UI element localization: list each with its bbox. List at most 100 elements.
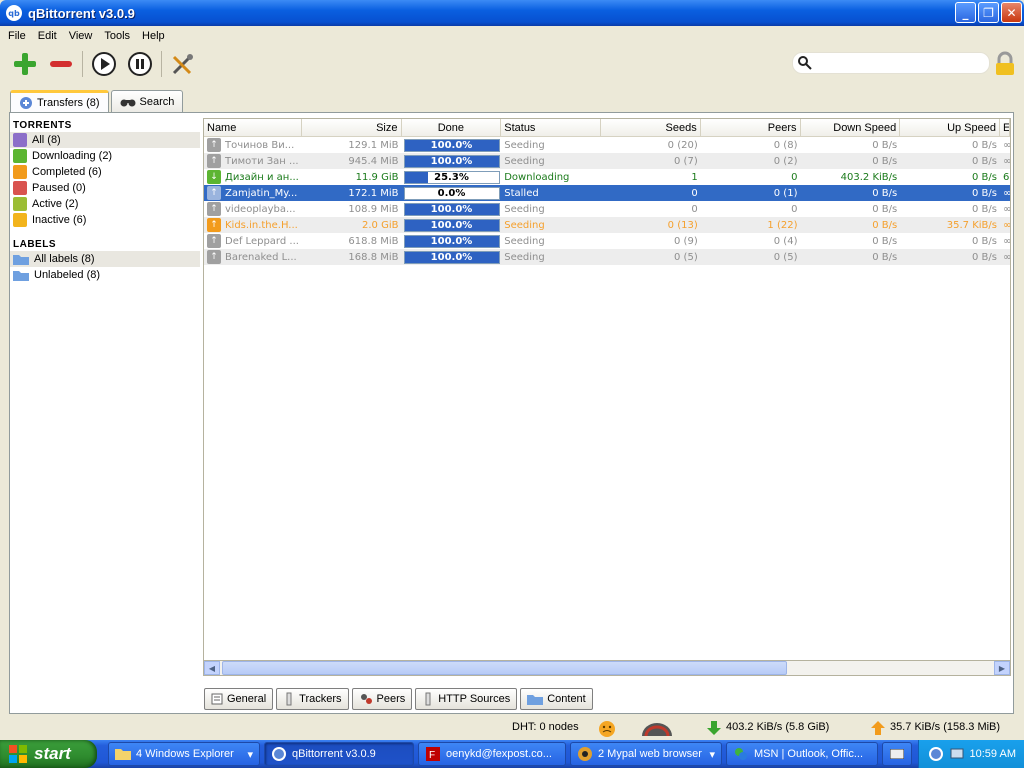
scrollbar-thumb[interactable] bbox=[222, 661, 787, 675]
table-row[interactable]: ↑ Kids.in.the.H... 2.0 GiB 100.0% Seeding 0 (… bbox=[204, 217, 1010, 233]
speed-limit-icon[interactable] bbox=[640, 720, 674, 738]
torrent-peers: 0 bbox=[791, 203, 798, 215]
tab-trackers[interactable]: Trackers bbox=[276, 688, 349, 710]
column-done[interactable]: Done bbox=[402, 119, 502, 136]
torrent-eta: ∞ bbox=[1000, 252, 1010, 263]
filter-all[interactable]: All (8) bbox=[10, 132, 200, 148]
seeding-icon: ↑ bbox=[207, 138, 221, 152]
filter-paused[interactable]: Paused (0) bbox=[10, 180, 200, 196]
tab-label: Trackers bbox=[299, 693, 342, 705]
column-down-speed[interactable]: Down Speed bbox=[801, 119, 901, 136]
label-all[interactable]: All labels (8) bbox=[10, 251, 200, 267]
filter-active[interactable]: Active (2) bbox=[10, 196, 200, 212]
progress-text: 100.0% bbox=[430, 251, 473, 263]
torrent-up-speed: 0 B/s bbox=[972, 139, 997, 151]
tab-http-sources[interactable]: HTTP Sources bbox=[415, 688, 518, 710]
seeding-icon: ↑ bbox=[207, 154, 221, 168]
taskbar-qbittorrent[interactable]: qBittorrent v3.0.9 bbox=[264, 742, 414, 766]
torrent-up-speed: 0 B/s bbox=[972, 235, 997, 247]
filter-completed[interactable]: Completed (6) bbox=[10, 164, 200, 180]
torrent-up-speed: 35.7 KiB/s bbox=[946, 219, 997, 231]
torrent-eta: ∞ bbox=[1000, 188, 1010, 199]
qbittorrent-tray-icon[interactable] bbox=[928, 746, 944, 762]
menu-edit[interactable]: Edit bbox=[32, 28, 63, 44]
network-icon[interactable] bbox=[950, 747, 964, 761]
tab-search[interactable]: Search bbox=[110, 90, 184, 112]
column-up-speed[interactable]: Up Speed bbox=[900, 119, 1000, 136]
taskbar-keyboard[interactable] bbox=[882, 742, 912, 766]
table-row[interactable]: ↑ Zamjatin_My... 172.1 MiB 0.0% Stalled 0 0 (1… bbox=[204, 185, 1010, 201]
seeding-icon: ↑ bbox=[207, 202, 221, 216]
add-torrent-button[interactable] bbox=[10, 49, 40, 79]
table-row[interactable]: ↓ Дизайн и ан... 11.9 GiB 25.3% Downloading 1… bbox=[204, 169, 1010, 185]
column-status[interactable]: Status bbox=[501, 119, 601, 136]
filter-label: Active (2) bbox=[32, 198, 79, 210]
torrent-name-cell: ↑ Kids.in.the.H... bbox=[204, 218, 302, 232]
tab-general[interactable]: General bbox=[204, 688, 274, 710]
torrent-seeds: 0 (5) bbox=[674, 251, 698, 263]
remove-torrent-button[interactable] bbox=[46, 49, 76, 79]
resume-button[interactable] bbox=[89, 49, 119, 79]
torrent-name-cell: ↑ Def Leppard ... bbox=[204, 234, 302, 248]
menu-view[interactable]: View bbox=[63, 28, 99, 44]
horizontal-scrollbar[interactable]: ◀ ▶ bbox=[203, 660, 1011, 676]
filter-downloading[interactable]: Downloading (2) bbox=[10, 148, 200, 164]
table-row[interactable]: ↑ videoplayba... 108.9 MiB 100.0% Seeding 0 0 0… bbox=[204, 201, 1010, 217]
torrent-peers: 0 (8) bbox=[773, 139, 798, 151]
taskbar-filezilla[interactable]: F oenykd@fexpost.co... bbox=[418, 742, 566, 766]
torrent-name-cell: ↑ Точинов Ви... bbox=[204, 138, 302, 152]
clock[interactable]: 10:59 AM bbox=[970, 748, 1016, 760]
options-button[interactable] bbox=[168, 49, 198, 79]
torrent-name-cell: ↑ Zamjatin_My... bbox=[204, 186, 302, 200]
completed-icon bbox=[13, 165, 27, 179]
column-size[interactable]: Size bbox=[302, 119, 402, 136]
filter-label: All (8) bbox=[32, 134, 61, 146]
taskbar-mypal[interactable]: 2 Mypal web browser ▾ bbox=[570, 742, 722, 766]
start-button[interactable]: start bbox=[0, 740, 97, 768]
connection-status-icon[interactable] bbox=[598, 720, 616, 738]
column-eta[interactable]: E bbox=[1000, 119, 1010, 136]
close-button[interactable]: ✕ bbox=[1001, 2, 1022, 23]
torrent-seeds: 0 (7) bbox=[674, 155, 698, 167]
column-name[interactable]: Name bbox=[204, 119, 302, 136]
scroll-left-icon[interactable]: ◀ bbox=[204, 661, 220, 675]
menu-help[interactable]: Help bbox=[136, 28, 171, 44]
menu-tools[interactable]: Tools bbox=[98, 28, 136, 44]
pause-button[interactable] bbox=[125, 49, 155, 79]
label-unlabeled[interactable]: Unlabeled (8) bbox=[10, 267, 200, 283]
torrent-progress: 100.0% bbox=[402, 138, 502, 152]
torrent-progress: 100.0% bbox=[402, 202, 502, 216]
minimize-button[interactable]: _ bbox=[955, 2, 976, 23]
table-row[interactable]: ↑ Тимоти Зан ... 945.4 MiB 100.0% Seeding 0 (… bbox=[204, 153, 1010, 169]
start-label: start bbox=[34, 744, 71, 763]
torrent-peers: 1 (22) bbox=[767, 219, 798, 231]
column-seeds[interactable]: Seeds bbox=[601, 119, 701, 136]
tab-content[interactable]: Content bbox=[520, 688, 593, 710]
lock-icon[interactable] bbox=[994, 51, 1016, 77]
tab-transfers[interactable]: Transfers (8) bbox=[10, 90, 109, 113]
column-peers[interactable]: Peers bbox=[701, 119, 801, 136]
search-input[interactable] bbox=[817, 57, 987, 69]
restore-button[interactable]: ❐ bbox=[978, 2, 999, 23]
progress-text: 0.0% bbox=[437, 187, 466, 199]
menu-file[interactable]: File bbox=[2, 28, 32, 44]
table-row[interactable]: ↑ Def Leppard ... 618.8 MiB 100.0% Seeding 0 … bbox=[204, 233, 1010, 249]
torrent-progress: 100.0% bbox=[402, 234, 502, 248]
scroll-right-icon[interactable]: ▶ bbox=[994, 661, 1010, 675]
taskbar-msn[interactable]: MSN | Outlook, Offic... bbox=[726, 742, 878, 766]
torrent-down-speed: 0 B/s bbox=[872, 251, 898, 263]
dht-status: DHT: 0 nodes bbox=[512, 721, 579, 733]
seeding-icon: ↑ bbox=[207, 234, 221, 248]
downloading-icon bbox=[13, 149, 27, 163]
http-sources-icon bbox=[425, 692, 431, 706]
table-row[interactable]: ↑ Barenaked L... 168.8 MiB 100.0% Seeding 0 (… bbox=[204, 249, 1010, 265]
filter-inactive[interactable]: Inactive (6) bbox=[10, 212, 200, 228]
title-bar[interactable]: qb qBittorrent v3.0.9 _ ❐ ✕ bbox=[0, 0, 1024, 26]
taskbar-windows-explorer[interactable]: 4 Windows Explorer ▾ bbox=[108, 742, 260, 766]
table-row[interactable]: ↑ Точинов Ви... 129.1 MiB 100.0% Seeding 0 (2… bbox=[204, 137, 1010, 153]
torrent-eta: ∞ bbox=[1000, 236, 1010, 247]
torrent-name-cell: ↑ Barenaked L... bbox=[204, 250, 302, 264]
tab-peers[interactable]: Peers bbox=[351, 688, 413, 710]
torrent-status: Seeding bbox=[504, 235, 545, 247]
search-field[interactable] bbox=[792, 52, 990, 74]
